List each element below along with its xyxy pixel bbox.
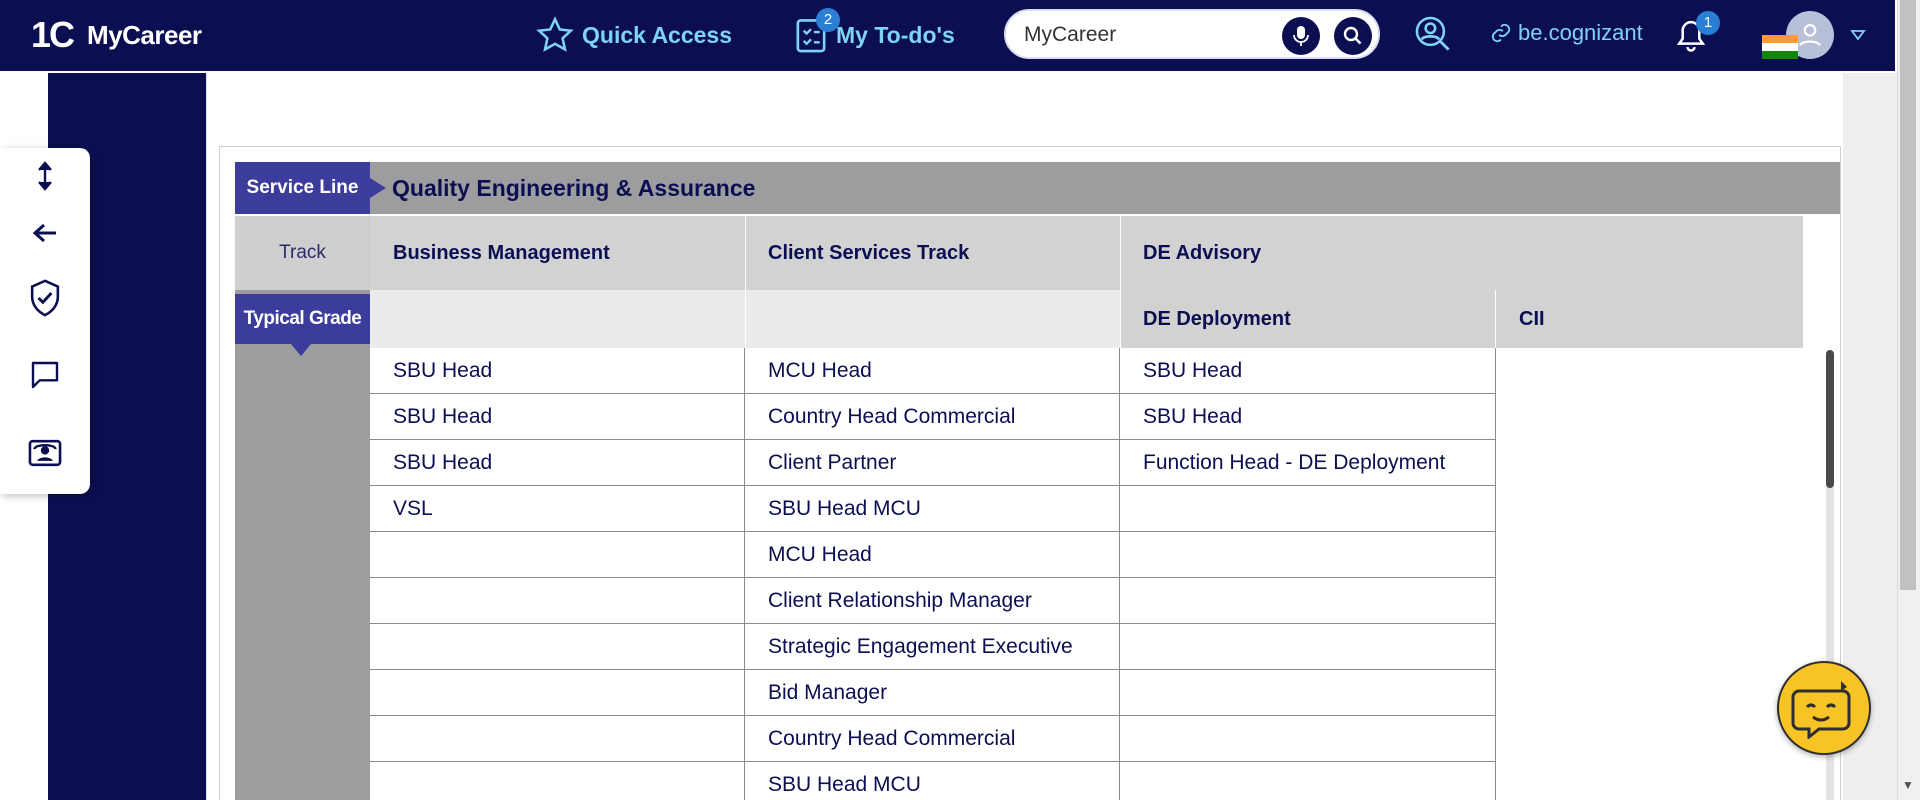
- track-header-client-services: Client Services Track: [745, 216, 1120, 290]
- chatbot-assistant-button[interactable]: [1777, 661, 1871, 755]
- sub-track-header-cii: CII: [1496, 290, 1803, 348]
- logo[interactable]: 1C MyCareer: [31, 16, 202, 54]
- user-icon: [1799, 24, 1821, 47]
- chatbot-face-icon: [1791, 681, 1851, 739]
- table-cell: SBU Head MCU: [745, 762, 1120, 800]
- expand-vertical-icon: [38, 161, 52, 191]
- table-cell: [1120, 486, 1496, 532]
- back-arrow-icon: [32, 223, 56, 243]
- table-cell: MCU Head: [745, 532, 1120, 578]
- sub-track-header-2: [745, 290, 1120, 348]
- table-cell: [370, 716, 745, 762]
- support-ticket-icon: [28, 439, 62, 467]
- table-cell: SBU Head: [1120, 394, 1496, 440]
- table-cell: [1120, 624, 1496, 670]
- table-scrollbar-thumb[interactable]: [1826, 350, 1834, 488]
- india-flag-icon: [1762, 35, 1798, 59]
- people-search-button[interactable]: [1413, 14, 1451, 57]
- track-header-de-advisory: DE Advisory: [1120, 216, 1803, 290]
- back-button[interactable]: [25, 213, 65, 253]
- table-cell: Function Head - DE Deployment: [1120, 440, 1496, 486]
- sub-track-header-1: [370, 290, 745, 348]
- voice-search-button[interactable]: [1282, 17, 1320, 55]
- search-input[interactable]: [1024, 21, 1264, 49]
- star-icon: [536, 16, 574, 52]
- table-cell: Country Head Commercial: [745, 394, 1120, 440]
- table-cell: Country Head Commercial: [745, 716, 1120, 762]
- table-cell: Client Partner: [745, 440, 1120, 486]
- typical-grade-pointer: [291, 344, 311, 356]
- my-todos-link[interactable]: My To-do's 2: [794, 8, 955, 54]
- be-cognizant-link[interactable]: be.cognizant: [1490, 20, 1643, 46]
- table-cell: [1120, 578, 1496, 624]
- service-line-value: Quality Engineering & Assurance: [392, 175, 756, 201]
- table-cell: Client Relationship Manager: [745, 578, 1120, 624]
- header-divider: [1120, 216, 1121, 348]
- logo-mark: 1C: [31, 14, 75, 55]
- table-cell: SBU Head: [370, 440, 745, 486]
- chat-button[interactable]: [25, 355, 65, 395]
- my-todos-label: My To-do's: [836, 21, 955, 48]
- notifications-button[interactable]: 1: [1674, 11, 1720, 59]
- sub-track-header-de-deployment: DE Deployment: [1120, 290, 1495, 348]
- typical-grade-tag: Typical Grade: [235, 294, 370, 344]
- table-cell: [370, 578, 745, 624]
- user-search-icon: [1415, 16, 1450, 51]
- search-box: [1004, 9, 1380, 59]
- support-button[interactable]: [25, 433, 65, 473]
- todo-count-badge: 2: [816, 8, 840, 32]
- table-cell: [370, 670, 745, 716]
- service-line-pointer: [370, 178, 386, 198]
- table-cell: [1120, 762, 1496, 800]
- notification-count-badge: 1: [1696, 11, 1720, 35]
- service-line-tag: Service Line: [235, 162, 370, 214]
- table-cell: SBU Head: [370, 348, 745, 394]
- link-icon: [1491, 23, 1511, 43]
- floating-toolbar: [0, 148, 90, 494]
- table-cell: SBU Head MCU: [745, 486, 1120, 532]
- table-cell: Strategic Engagement Executive: [745, 624, 1120, 670]
- chevron-down-icon: [1850, 30, 1866, 41]
- table-cell: [1120, 670, 1496, 716]
- table-cell: SBU Head: [1120, 348, 1496, 394]
- table-cell: SBU Head: [370, 394, 745, 440]
- profile-menu-dropdown[interactable]: [1850, 28, 1866, 46]
- top-navigation-bar: 1C MyCareer Quick Access My To-do's 2 be…: [0, 0, 1895, 71]
- microphone-icon: [1293, 26, 1309, 46]
- table-cell: [1120, 532, 1496, 578]
- compliance-button[interactable]: [25, 278, 65, 318]
- table-cell: MCU Head: [745, 348, 1120, 394]
- scroll-down-arrow-icon[interactable]: ▼: [1902, 778, 1914, 792]
- table-cell: [1120, 716, 1496, 762]
- app-name: MyCareer: [87, 19, 202, 50]
- header-divider: [745, 216, 746, 348]
- table-cell: VSL: [370, 486, 745, 532]
- chat-icon: [31, 361, 59, 389]
- expand-button[interactable]: [25, 156, 65, 196]
- track-header-business-management: Business Management: [370, 216, 745, 290]
- quick-access-link[interactable]: Quick Access: [536, 16, 732, 54]
- table-cell: Bid Manager: [745, 670, 1120, 716]
- table-cell: [370, 532, 745, 578]
- search-button[interactable]: [1334, 17, 1372, 55]
- page-scrollbar-thumb[interactable]: [1900, 0, 1916, 590]
- shield-check-icon: [30, 279, 60, 317]
- be-cognizant-label: be.cognizant: [1518, 20, 1643, 45]
- track-tag: Track: [235, 216, 370, 290]
- table-cell: [370, 762, 745, 800]
- search-icon: [1343, 26, 1362, 45]
- table-cell: [370, 624, 745, 670]
- quick-access-label: Quick Access: [582, 21, 733, 48]
- header-divider: [1495, 290, 1496, 348]
